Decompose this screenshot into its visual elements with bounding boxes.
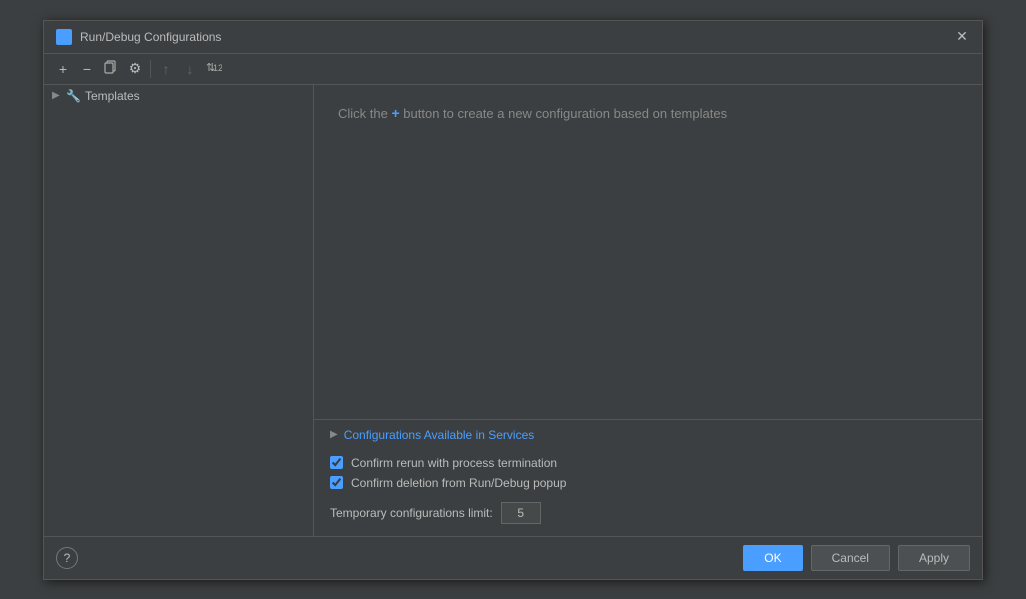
settings-button[interactable]: ⚙ — [124, 58, 146, 80]
temp-config-input[interactable] — [501, 502, 541, 524]
sort-button[interactable]: ⇅ 12 — [203, 58, 225, 80]
copy-icon — [104, 60, 118, 77]
configurations-section-header[interactable]: ▶ Configurations Available in Services — [314, 420, 982, 450]
temp-config-row: Temporary configurations limit: — [314, 496, 982, 536]
right-panel: Click the + button to create a new confi… — [314, 85, 982, 536]
rerun-checkbox[interactable] — [330, 456, 343, 469]
add-icon: + — [59, 61, 67, 77]
title-bar: Run/Debug Configurations ✕ — [44, 21, 982, 54]
hint-suffix: button to create a new configuration bas… — [403, 106, 727, 121]
gear-icon: ⚙ — [129, 60, 142, 77]
hint-text: Click the + button to create a new confi… — [338, 105, 727, 121]
main-content: ▶ 🔧 Templates Click the + button to crea… — [44, 85, 982, 536]
sort-icon: ⇅ 12 — [206, 60, 222, 77]
move-up-button[interactable]: ↑ — [155, 58, 177, 80]
cancel-button[interactable]: Cancel — [811, 545, 890, 571]
bottom-section: ▶ Configurations Available in Services C… — [314, 419, 982, 536]
deletion-checkbox[interactable] — [330, 476, 343, 489]
footer: ? OK Cancel Apply — [44, 536, 982, 579]
apply-button[interactable]: Apply — [898, 545, 970, 571]
dialog-icon — [56, 29, 72, 45]
tree-collapse-arrow: ▶ — [52, 90, 62, 101]
temp-config-label: Temporary configurations limit: — [330, 506, 493, 520]
checkboxes-area: Confirm rerun with process termination C… — [314, 450, 982, 496]
collapsible-arrow-icon: ▶ — [330, 429, 338, 440]
templates-label: Templates — [85, 89, 140, 103]
svg-text:12: 12 — [213, 63, 222, 73]
dialog-title: Run/Debug Configurations — [80, 30, 221, 44]
configurations-section-label: Configurations Available in Services — [344, 428, 535, 442]
remove-configuration-button[interactable]: − — [76, 58, 98, 80]
help-icon: ? — [64, 551, 71, 565]
ok-button[interactable]: OK — [743, 545, 802, 571]
templates-icon: 🔧 — [66, 89, 81, 103]
footer-buttons: OK Cancel Apply — [743, 545, 970, 571]
minus-icon: − — [83, 61, 91, 77]
toolbar: + − ⚙ ↑ ↓ ⇅ 12 — [44, 54, 982, 85]
hint-prefix: Click the — [338, 106, 388, 121]
close-button[interactable]: ✕ — [954, 29, 970, 45]
rerun-label: Confirm rerun with process termination — [351, 456, 557, 470]
move-down-button[interactable]: ↓ — [179, 58, 201, 80]
add-configuration-button[interactable]: + — [52, 58, 74, 80]
left-panel: ▶ 🔧 Templates — [44, 85, 314, 536]
up-arrow-icon: ↑ — [163, 61, 170, 77]
hint-area: Click the + button to create a new confi… — [314, 85, 982, 419]
down-arrow-icon: ↓ — [187, 61, 194, 77]
copy-configuration-button[interactable] — [100, 58, 122, 80]
templates-tree-item[interactable]: ▶ 🔧 Templates — [44, 85, 313, 107]
rerun-checkbox-row: Confirm rerun with process termination — [330, 456, 966, 470]
run-debug-dialog: Run/Debug Configurations ✕ + − ⚙ ↑ ↓ — [43, 20, 983, 580]
hint-plus-symbol: + — [391, 105, 399, 121]
title-bar-left: Run/Debug Configurations — [56, 29, 221, 45]
toolbar-separator — [150, 60, 151, 78]
help-button[interactable]: ? — [56, 547, 78, 569]
deletion-label: Confirm deletion from Run/Debug popup — [351, 476, 566, 490]
deletion-checkbox-row: Confirm deletion from Run/Debug popup — [330, 476, 966, 490]
